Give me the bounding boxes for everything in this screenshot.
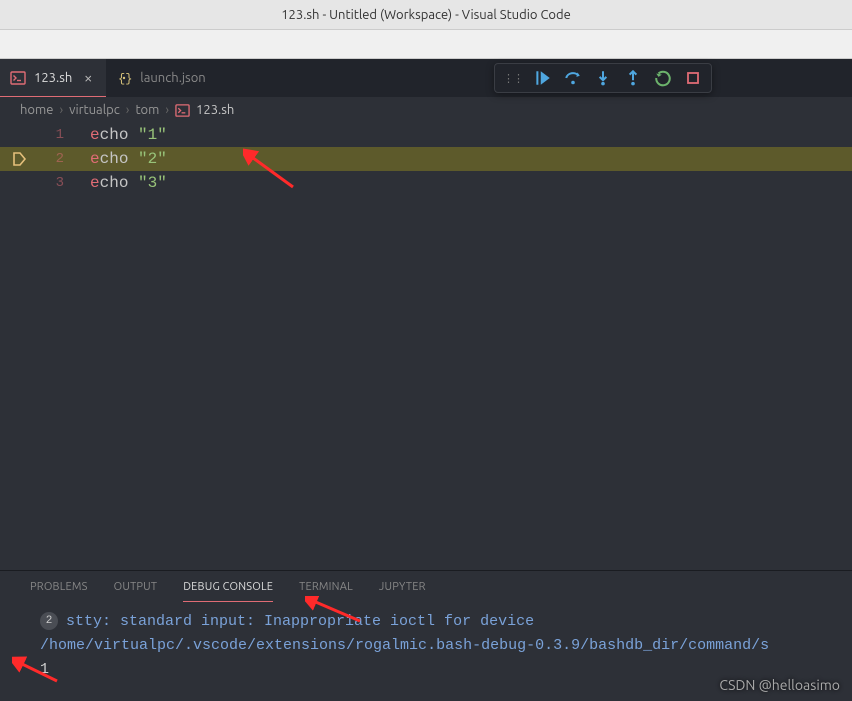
crumb-virtualpc[interactable]: virtualpc [69, 103, 120, 117]
close-icon[interactable]: × [80, 69, 96, 86]
panel-tab-debug-console[interactable]: DEBUG CONSOLE [183, 573, 273, 602]
tab-label: launch.json [140, 71, 205, 85]
step-out-button[interactable] [623, 68, 643, 88]
continue-button[interactable] [533, 68, 553, 88]
drag-grip-icon[interactable]: ⋮⋮ [503, 72, 523, 85]
console-line: 2 stty: standard input: Inappropriate ioc… [40, 610, 812, 634]
debug-toolbar[interactable]: ⋮⋮ [494, 63, 712, 93]
step-over-button[interactable] [563, 68, 583, 88]
line-number: 1 [40, 123, 64, 147]
count-badge: 2 [40, 612, 58, 630]
line-number: 2 [40, 147, 64, 171]
chevron-right-icon: › [126, 103, 130, 117]
code-line[interactable]: echo "2" [90, 147, 852, 171]
token-string: "2" [138, 150, 167, 168]
token-string: "3" [138, 174, 167, 192]
panel-tab-terminal[interactable]: TERMINAL [299, 573, 353, 602]
json-file-icon: {} [116, 70, 132, 86]
token-string: "1" [138, 126, 167, 144]
token-cmd: cho [100, 174, 129, 192]
code-line[interactable]: echo "1" [90, 123, 852, 147]
crumb-tom[interactable]: tom [135, 103, 159, 117]
editor-area[interactable]: 1 2 3 echo "1" echo "2" echo "3" [0, 123, 852, 572]
panel-tab-jupyter[interactable]: JUPYTER [379, 573, 426, 602]
tab-label: 123.sh [34, 71, 72, 85]
crumb-file[interactable]: 123.sh [196, 103, 234, 117]
panel-tabs: PROBLEMS OUTPUT DEBUG CONSOLE TERMINAL J… [0, 571, 852, 604]
console-text: /home/virtualpc/.vscode/extensions/rogal… [40, 637, 769, 654]
crumb-home[interactable]: home [20, 103, 53, 117]
shell-file-icon [10, 70, 26, 86]
shell-file-icon [175, 103, 190, 118]
svg-text:{}: {} [118, 72, 132, 86]
console-text: stty: standard input: Inappropriate ioct… [66, 613, 534, 630]
code-content[interactable]: echo "1" echo "2" echo "3" [90, 123, 852, 195]
chevron-right-icon: › [59, 103, 63, 117]
tab-123-sh[interactable]: 123.sh × [0, 59, 106, 97]
panel-tab-output[interactable]: OUTPUT [114, 573, 158, 602]
watermark-text: CSDN @helloasimo [719, 677, 840, 693]
line-number: 3 [40, 171, 64, 195]
step-into-button[interactable] [593, 68, 613, 88]
window-titlebar: 123.sh - Untitled (Workspace) - Visual S… [0, 0, 852, 30]
stop-button[interactable] [683, 68, 703, 88]
menu-toolbar-strip [0, 30, 852, 59]
chevron-right-icon: › [165, 103, 169, 117]
token-cmd: cho [100, 126, 129, 144]
console-line: /home/virtualpc/.vscode/extensions/rogal… [40, 634, 812, 658]
editor-tabbar: 123.sh × {} launch.json ⋮⋮ [0, 59, 852, 97]
current-execution-icon [11, 151, 27, 170]
restart-button[interactable] [653, 68, 673, 88]
breadcrumb[interactable]: home › virtualpc › tom › 123.sh [0, 97, 852, 123]
debug-console-content[interactable]: 2 stty: standard input: Inappropriate ioc… [0, 604, 852, 688]
code-line[interactable]: echo "3" [90, 171, 852, 195]
tab-launch-json[interactable]: {} launch.json [106, 59, 215, 97]
panel-tab-problems[interactable]: PROBLEMS [30, 573, 88, 602]
window-title: 123.sh - Untitled (Workspace) - Visual S… [281, 8, 571, 22]
token-cmd: cho [100, 150, 129, 168]
console-output-line: 1 [40, 658, 812, 682]
console-output-value: 1 [40, 661, 49, 678]
